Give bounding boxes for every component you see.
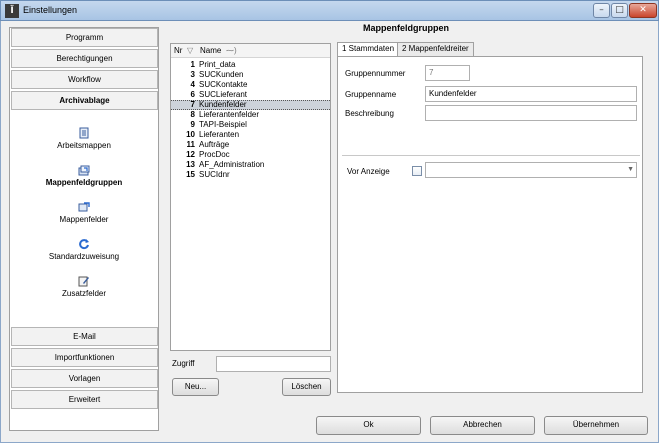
- gruppenname-field[interactable]: Kundenfelder: [425, 86, 637, 102]
- nav-item-label: Mappenfelder: [59, 215, 109, 224]
- gruppennummer-label: Gruppennummer: [345, 69, 406, 78]
- nav-item-label: Standardzuweisung: [48, 252, 120, 261]
- close-button[interactable]: ✕: [629, 3, 657, 18]
- column-header-nr[interactable]: Nr: [174, 46, 182, 55]
- zugriff-label: Zugriff: [172, 359, 195, 368]
- list-item[interactable]: 11 Aufträge: [171, 140, 330, 150]
- page-title: Mappenfeldgruppen: [363, 23, 449, 33]
- list-item[interactable]: 3 SUCKunden: [171, 70, 330, 80]
- nav-button-importfunktionen[interactable]: Importfunktionen: [11, 348, 158, 367]
- nav-button-email[interactable]: E-Mail: [11, 327, 158, 346]
- list-item[interactable]: 13 AF_Administration: [171, 160, 330, 170]
- nav-item-label: Zusatzfelder: [61, 289, 107, 298]
- gruppenname-label: Gruppenname: [345, 90, 397, 99]
- list-item[interactable]: 8 Lieferantenfelder: [171, 110, 330, 120]
- list-item-selected[interactable]: 7 Kundenfelder: [171, 100, 330, 110]
- list-item[interactable]: 15 SUCIdnr: [171, 170, 330, 180]
- cancel-button[interactable]: Abbrechen: [430, 416, 535, 435]
- new-button[interactable]: Neu...: [172, 378, 219, 396]
- list-item[interactable]: 4 SUCKontakte: [171, 80, 330, 90]
- apply-button[interactable]: Übernehmen: [544, 416, 648, 435]
- vor-anzeige-select[interactable]: ▼: [425, 162, 637, 178]
- tab-mappenfeldreiter[interactable]: 2 Mappenfeldreiter: [397, 42, 474, 56]
- nav-button-berechtigungen[interactable]: Berechtigungen: [11, 49, 158, 68]
- app-logo-icon: Ϊ: [5, 4, 19, 18]
- nav-button-workflow[interactable]: Workflow: [11, 70, 158, 89]
- nav-button-archivablage[interactable]: Archivablage: [11, 91, 158, 110]
- settings-navigation: Programm Berechtigungen Workflow Archiva…: [9, 27, 159, 431]
- nav-button-erweitert[interactable]: Erweitert: [11, 390, 158, 409]
- vor-anzeige-label: Vor Anzeige: [347, 167, 390, 176]
- content-panel: Mappenfeldgruppen Nr ▽ Name ⁓) 1 Print_da…: [161, 21, 651, 412]
- list-header: Nr ▽ Name ⁓): [171, 44, 330, 58]
- tab-panel-stammdaten: Gruppennummer 7 Gruppenname Kundenfelder…: [337, 56, 643, 393]
- refresh-icon: [79, 239, 89, 250]
- document-icon: [79, 127, 89, 139]
- list-item[interactable]: 9 TAPI-Beispiel: [171, 120, 330, 130]
- group-list[interactable]: Nr ▽ Name ⁓) 1 Print_data 3 SUCKunden 4 SUC…: [170, 43, 331, 351]
- sort-icon: ▽: [187, 46, 194, 55]
- nav-item-mappenfeldgruppen[interactable]: Mappenfeldgruppen: [10, 164, 158, 187]
- nav-button-vorlagen[interactable]: Vorlagen: [11, 369, 158, 388]
- window-frame: Programm Berechtigungen Workflow Archiva…: [0, 21, 659, 443]
- detail-tabs: 1 Stammdaten 2 Mappenfeldreiter: [337, 42, 643, 57]
- window-title: Einstellungen: [23, 5, 78, 15]
- chevron-down-icon: ▼: [627, 166, 634, 173]
- vor-anzeige-checkbox[interactable]: [412, 166, 422, 176]
- folder-field-icon: [78, 202, 90, 212]
- nav-item-zusatzfelder[interactable]: Zusatzfelder: [10, 275, 158, 298]
- nav-item-label: Arbeitsmappen: [57, 141, 111, 150]
- list-item[interactable]: 10 Lieferanten: [171, 130, 330, 140]
- ok-button[interactable]: Ok: [316, 416, 421, 435]
- maximize-button[interactable]: □: [611, 3, 628, 18]
- gruppennummer-field[interactable]: 7: [425, 65, 470, 81]
- nav-item-standardzuweisung[interactable]: Standardzuweisung: [10, 238, 158, 261]
- minimize-button[interactable]: –: [593, 3, 610, 18]
- divider: [342, 155, 640, 156]
- beschreibung-field[interactable]: [425, 105, 637, 121]
- zugriff-input[interactable]: [216, 356, 331, 372]
- nav-item-arbeitsmappen[interactable]: Arbeitsmappen: [10, 127, 158, 150]
- list-item[interactable]: 1 Print_data: [171, 60, 330, 70]
- nav-item-mappenfelder[interactable]: Mappenfelder: [10, 201, 158, 224]
- list-item[interactable]: 6 SUCLieferant: [171, 90, 330, 100]
- nav-item-label: Mappenfeldgruppen: [45, 178, 123, 187]
- folder-group-icon: [78, 165, 90, 176]
- tab-stammdaten[interactable]: 1 Stammdaten: [337, 42, 400, 57]
- title-bar: Ϊ Einstellungen – □ ✕: [0, 0, 659, 21]
- delete-button[interactable]: Löschen: [282, 378, 331, 396]
- list-item[interactable]: 12 ProcDoc: [171, 150, 330, 160]
- sort-handle-icon: ⁓): [226, 46, 237, 55]
- column-header-name[interactable]: Name: [200, 46, 221, 55]
- beschreibung-label: Beschreibung: [345, 109, 394, 118]
- nav-button-programm[interactable]: Programm: [11, 28, 158, 47]
- edit-icon: [78, 276, 89, 287]
